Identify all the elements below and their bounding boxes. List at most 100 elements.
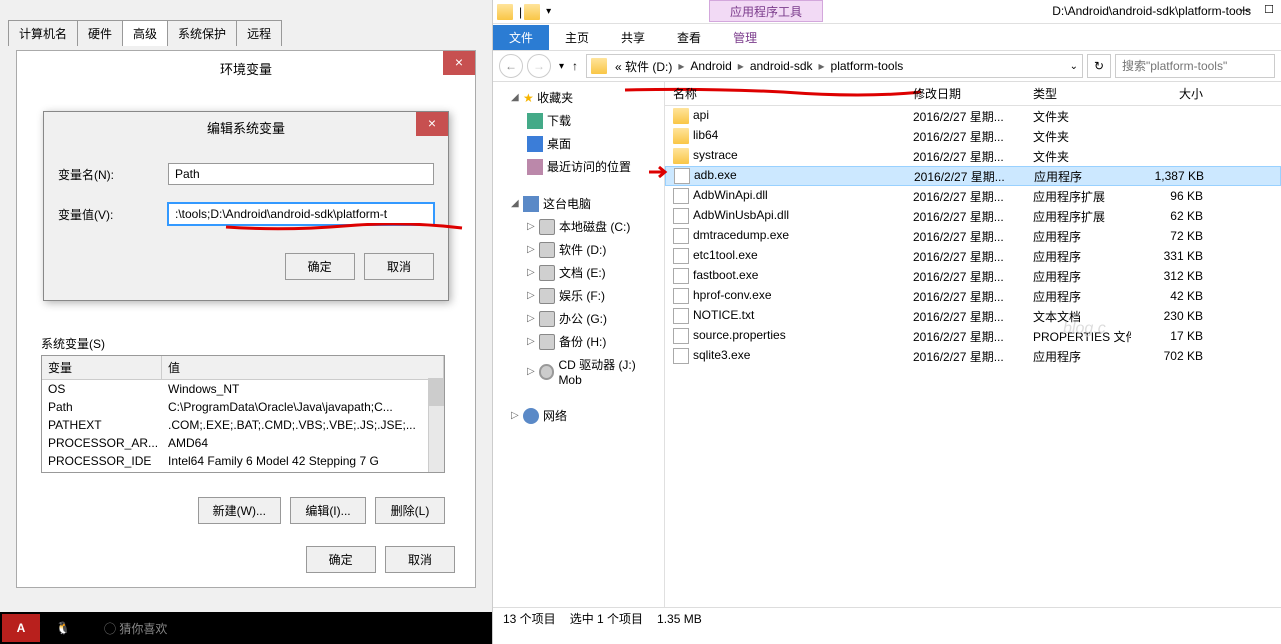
tree-drive-g[interactable]: ▷办公 (G:) xyxy=(493,307,664,330)
address-bar: ← → ▾ ↑ « 软件 (D:) ▸ Android ▸ android-sd… xyxy=(493,50,1281,82)
scrollbar-thumb[interactable] xyxy=(429,378,445,406)
tree-drive-e[interactable]: ▷文档 (E:) xyxy=(493,261,664,284)
minimize-button[interactable]: — xyxy=(1233,0,1257,20)
chevron-right-icon[interactable]: ▸ xyxy=(817,59,827,73)
file-row[interactable]: AdbWinUsbApi.dll2016/2/27 星期...应用程序扩展62 … xyxy=(665,206,1281,226)
tab-system-protection[interactable]: 系统保护 xyxy=(167,20,237,46)
file-explorer: | ▾ 应用程序工具 D:\Android\android-sdk\platfo… xyxy=(492,0,1281,644)
ribbon-view[interactable]: 查看 xyxy=(661,25,717,50)
address-box[interactable]: « 软件 (D:) ▸ Android ▸ android-sdk ▸ plat… xyxy=(586,54,1083,78)
file-row[interactable]: adb.exe2016/2/27 星期...应用程序1,387 KB xyxy=(665,166,1281,186)
var-name-input[interactable] xyxy=(168,163,434,185)
file-row[interactable]: sqlite3.exe2016/2/27 星期...应用程序702 KB xyxy=(665,346,1281,366)
chevron-right-icon[interactable]: ▸ xyxy=(676,59,686,73)
folder-icon xyxy=(524,4,540,20)
sysvar-row[interactable]: PathC:\ProgramData\Oracle\Java\javapath;… xyxy=(42,398,444,416)
crumb[interactable]: « 软件 (D:) xyxy=(611,58,676,75)
header-date[interactable]: 修改日期 xyxy=(905,85,1025,102)
folder-icon xyxy=(497,4,513,20)
env-ok-button[interactable]: 确定 xyxy=(306,546,376,573)
var-value-label: 变量值(V): xyxy=(58,206,168,223)
status-selected: 选中 1 个项目 xyxy=(570,610,643,627)
sysvar-row[interactable]: PROCESSOR_AR...AMD64 xyxy=(42,434,444,452)
sysvar-new-button[interactable]: 新建(W)... xyxy=(198,497,281,524)
tree-downloads[interactable]: 下载 xyxy=(493,109,664,132)
col-var: 变量 xyxy=(42,356,162,379)
file-row[interactable]: NOTICE.txt2016/2/27 星期...文本文档230 KB xyxy=(665,306,1281,326)
nav-tree[interactable]: ◢★ 收藏夹 下载 桌面 最近访问的位置 ◢这台电脑 ▷本地磁盘 (C:) ▷软… xyxy=(493,82,665,607)
like-text: ◯ 猜你喜欢 xyxy=(104,620,167,637)
file-row[interactable]: api2016/2/27 星期...文件夹 xyxy=(665,106,1281,126)
maximize-button[interactable]: ☐ xyxy=(1257,0,1281,20)
system-tabs: 计算机名 硬件 高级 系统保护 远程 xyxy=(8,20,281,46)
nav-history-icon[interactable]: ▾ xyxy=(559,61,564,72)
header-type[interactable]: 类型 xyxy=(1025,85,1131,102)
window-title-path: D:\Android\android-sdk\platform-tools xyxy=(1052,4,1251,18)
sysvar-row[interactable]: PROCESSOR_IDEIntel64 Family 6 Model 42 S… xyxy=(42,452,444,470)
explorer-title-bar: | ▾ 应用程序工具 D:\Android\android-sdk\platfo… xyxy=(493,0,1281,24)
adobe-reader-icon[interactable]: A xyxy=(2,614,40,642)
edit-ok-button[interactable]: 确定 xyxy=(285,253,355,280)
tree-drive-h[interactable]: ▷备份 (H:) xyxy=(493,330,664,353)
file-row[interactable]: source.properties2016/2/27 星期...PROPERTI… xyxy=(665,326,1281,346)
header-size[interactable]: 大小 xyxy=(1131,85,1211,102)
chevron-right-icon[interactable]: ▸ xyxy=(736,59,746,73)
nav-forward-button[interactable]: → xyxy=(527,54,551,78)
crumb[interactable]: Android xyxy=(686,59,735,73)
sysvar-table[interactable]: 变量 值 OSWindows_NTPathC:\ProgramData\Orac… xyxy=(41,355,445,473)
tree-recent[interactable]: 最近访问的位置 xyxy=(493,155,664,178)
sysvar-delete-button[interactable]: 删除(L) xyxy=(375,497,445,524)
file-list[interactable]: 名称 修改日期 类型 大小 api2016/2/27 星期...文件夹lib64… xyxy=(665,82,1281,607)
ribbon-file[interactable]: 文件 xyxy=(493,25,549,50)
nav-up-button[interactable]: ↑ xyxy=(572,59,578,73)
file-row[interactable]: systrace2016/2/27 星期...文件夹 xyxy=(665,146,1281,166)
ribbon-manage[interactable]: 管理 xyxy=(717,25,773,50)
sysvar-scrollbar[interactable] xyxy=(428,378,444,472)
file-row[interactable]: fastboot.exe2016/2/27 星期...应用程序312 KB xyxy=(665,266,1281,286)
edit-close-button[interactable]: × xyxy=(416,112,448,136)
tree-this-pc[interactable]: ◢这台电脑 xyxy=(493,192,664,215)
ribbon-home[interactable]: 主页 xyxy=(549,25,605,50)
env-close-button[interactable]: × xyxy=(443,51,475,75)
ribbon-share[interactable]: 共享 xyxy=(605,25,661,50)
status-size: 1.35 MB xyxy=(657,612,702,626)
folder-icon xyxy=(591,58,607,74)
qq-icon[interactable]: 🐧 xyxy=(44,614,82,642)
file-row[interactable]: dmtracedump.exe2016/2/27 星期...应用程序72 KB xyxy=(665,226,1281,246)
crumb[interactable]: android-sdk xyxy=(746,59,817,73)
addr-dropdown-icon[interactable]: ⌄ xyxy=(1070,61,1078,72)
env-cancel-button[interactable]: 取消 xyxy=(385,546,455,573)
ribbon-tabs: 文件 主页 共享 查看 管理 xyxy=(493,24,1281,50)
var-value-input[interactable] xyxy=(168,203,434,225)
file-row[interactable]: lib642016/2/27 星期...文件夹 xyxy=(665,126,1281,146)
search-input[interactable] xyxy=(1115,54,1275,78)
tree-favorites[interactable]: ◢★ 收藏夹 xyxy=(493,86,664,109)
tab-computer-name[interactable]: 计算机名 xyxy=(8,20,78,46)
sysvar-row[interactable]: OSWindows_NT xyxy=(42,380,444,398)
tree-drive-d[interactable]: ▷软件 (D:) xyxy=(493,238,664,261)
sysvar-edit-button[interactable]: 编辑(I)... xyxy=(290,497,365,524)
col-val: 值 xyxy=(162,356,444,379)
file-row[interactable]: hprof-conv.exe2016/2/27 星期...应用程序42 KB xyxy=(665,286,1281,306)
nav-back-button[interactable]: ← xyxy=(499,54,523,78)
sysvar-section-label: 系统变量(S) xyxy=(41,335,105,352)
tree-dvd[interactable]: ▷CD 驱动器 (J:) Mob xyxy=(493,353,664,390)
header-name[interactable]: 名称 xyxy=(665,85,905,102)
tree-network[interactable]: ▷网络 xyxy=(493,404,664,427)
file-row[interactable]: AdbWinApi.dll2016/2/27 星期...应用程序扩展96 KB xyxy=(665,186,1281,206)
refresh-button[interactable]: ↻ xyxy=(1087,54,1111,78)
crumb[interactable]: platform-tools xyxy=(827,59,908,73)
tree-drive-c[interactable]: ▷本地磁盘 (C:) xyxy=(493,215,664,238)
app-tools-tab[interactable]: 应用程序工具 xyxy=(709,0,823,22)
edit-cancel-button[interactable]: 取消 xyxy=(364,253,434,280)
tree-desktop[interactable]: 桌面 xyxy=(493,132,664,155)
tab-hardware[interactable]: 硬件 xyxy=(77,20,123,46)
tree-drive-f[interactable]: ▷娱乐 (F:) xyxy=(493,284,664,307)
file-row[interactable]: etc1tool.exe2016/2/27 星期...应用程序331 KB xyxy=(665,246,1281,266)
edit-system-variable-dialog: 编辑系统变量 × 变量名(N): 变量值(V): 确定 取消 xyxy=(43,111,449,301)
sysvar-row[interactable]: PATHEXT.COM;.EXE;.BAT;.CMD;.VBS;.VBE;.JS… xyxy=(42,416,444,434)
tab-remote[interactable]: 远程 xyxy=(236,20,282,46)
sysvar-head: 变量 值 xyxy=(42,356,444,380)
system-properties-panel: 计算机名 硬件 高级 系统保护 远程 环境变量 × 编辑系统变量 × 变量名(N… xyxy=(0,0,492,644)
tab-advanced[interactable]: 高级 xyxy=(122,20,168,46)
